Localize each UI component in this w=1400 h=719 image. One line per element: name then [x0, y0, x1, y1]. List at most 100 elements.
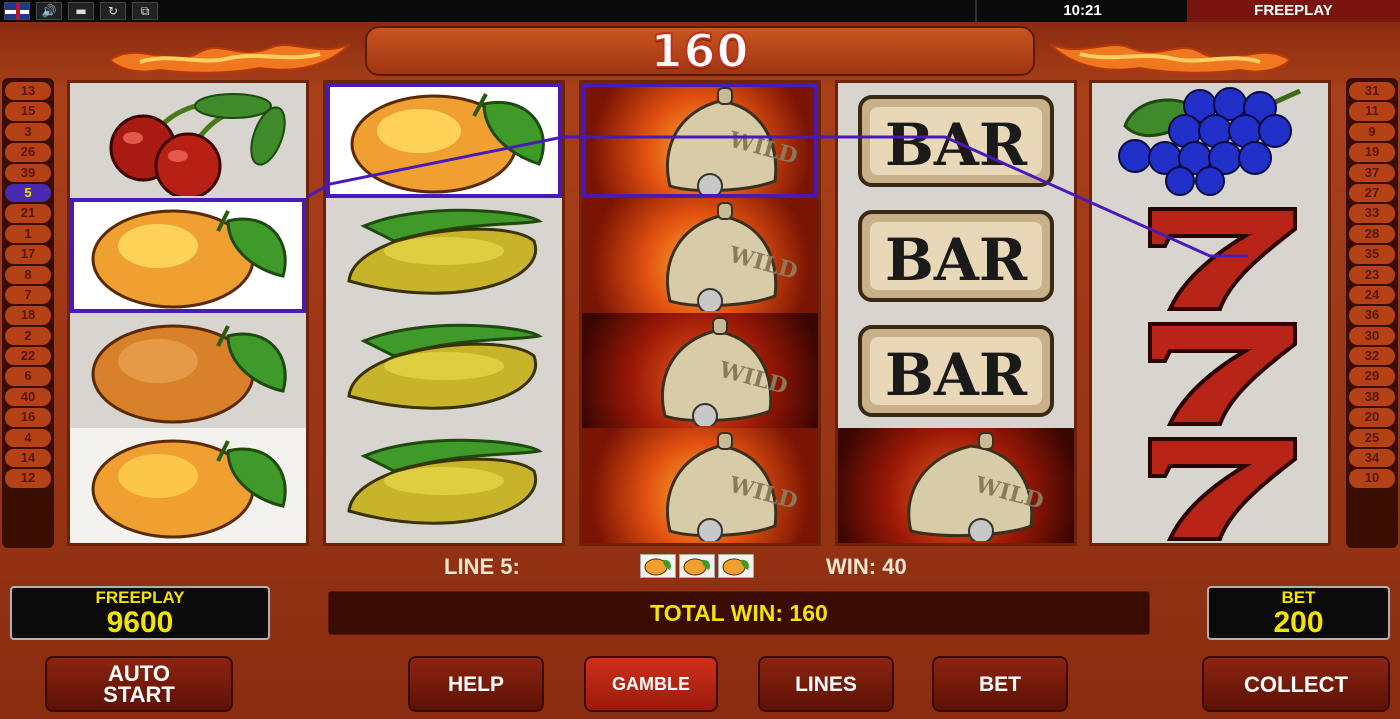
line-number-2[interactable]: 2 [5, 326, 51, 346]
auto-start-label-1: AUTO [108, 661, 170, 686]
refresh-icon[interactable]: ↻ [100, 2, 126, 20]
line-number-34[interactable]: 34 [1349, 449, 1395, 468]
line-number-33[interactable]: 33 [1349, 204, 1395, 223]
line-number-19[interactable]: 19 [1349, 143, 1395, 162]
lemon-icon [347, 323, 543, 410]
orange-icon [91, 324, 287, 423]
symbol-wild-bell: WILD [582, 198, 818, 313]
line-number-36[interactable]: 36 [1349, 306, 1395, 325]
lemon-icon [347, 208, 543, 295]
symbol-bar: BAR [838, 198, 1074, 313]
lemon-icon [347, 438, 543, 525]
symbol-seven [1092, 428, 1328, 543]
bar-text: BAR [885, 226, 1028, 294]
line-number-16[interactable]: 16 [5, 408, 51, 427]
line-number-1[interactable]: 1 [5, 224, 51, 244]
line-number-37[interactable]: 37 [1349, 163, 1395, 182]
line-number-39[interactable]: 39 [5, 163, 51, 182]
symbol-grapes [1092, 83, 1328, 198]
line-numbers-left: 13 15 3 26 39 5 21 1 17 8 7 18 2 22 6 40 16 4 14 12 [2, 78, 54, 548]
line-number-31[interactable]: 31 [1349, 82, 1395, 101]
symbol-cherry [70, 83, 306, 198]
status-bar: 🔊 ▬ ↻ ⧉ 10:21 FREEPLAY [0, 0, 1400, 22]
line-number-10[interactable]: 10 [1349, 469, 1395, 488]
orange-icon [91, 209, 287, 308]
line-number-13[interactable]: 13 [5, 82, 51, 101]
collect-button[interactable]: COLLECT [1202, 656, 1390, 712]
wild-bell-icon: WILD [665, 201, 800, 311]
line-number-14[interactable]: 14 [5, 449, 51, 468]
help-button[interactable]: HELP [408, 656, 544, 712]
line-number-35[interactable]: 35 [1349, 245, 1395, 264]
bet-panel: BET 200 [1207, 586, 1390, 640]
mini-orange-icon [640, 554, 676, 578]
symbol-seven [1092, 198, 1328, 313]
slot-machine: 160 13 15 3 26 39 5 21 1 17 8 7 18 2 22 6 40 16 4 14 12 31 1… [0, 22, 1400, 719]
window-icon[interactable]: ⧉ [132, 2, 158, 20]
line-number-8[interactable]: 8 [5, 265, 51, 284]
line-number-25[interactable]: 25 [1349, 428, 1395, 448]
line-number-40[interactable]: 40 [5, 387, 51, 407]
line-number-12[interactable]: 12 [5, 469, 51, 488]
line-number-24[interactable]: 24 [1349, 285, 1395, 305]
line-number-29[interactable]: 29 [1349, 367, 1395, 386]
line-number-7[interactable]: 7 [5, 285, 51, 305]
symbol-orange [70, 428, 306, 543]
bar-text: BAR [885, 341, 1028, 409]
bar-icon: BAR [858, 324, 1054, 417]
line-number-26[interactable]: 26 [5, 143, 51, 162]
auto-start-label-2: START [103, 682, 175, 707]
gamble-button[interactable]: GAMBLE [584, 656, 718, 712]
symbol-orange [70, 313, 306, 428]
bar-text: BAR [885, 111, 1028, 179]
wild-bell-icon: WILD [660, 316, 790, 426]
lines-button[interactable]: LINES [758, 656, 894, 712]
fullscreen-icon[interactable]: ▬ [68, 2, 94, 20]
symbol-bar: BAR [838, 313, 1074, 428]
line-number-15[interactable]: 15 [5, 102, 51, 121]
line-number-17[interactable]: 17 [5, 245, 51, 264]
credit-panel: FREEPLAY 9600 [10, 586, 270, 640]
line-number-5[interactable]: 5 [5, 183, 51, 203]
auto-start-button[interactable]: AUTO START [45, 656, 233, 712]
reel-1 [67, 80, 309, 546]
reel-3: WILD WILD WILD WILD [579, 80, 821, 546]
seven-icon [1148, 436, 1297, 541]
wild-bell-icon: WILD [665, 431, 800, 541]
wild-bell-icon: WILD [907, 431, 1046, 541]
status-icons: 🔊 ▬ ↻ ⧉ [0, 0, 158, 22]
line-numbers-right: 31 11 9 19 37 27 33 28 35 23 24 36 30 32 29 38 20 25 34 10 [1346, 78, 1398, 548]
line-number-3[interactable]: 3 [5, 122, 51, 142]
symbol-lemon [326, 428, 562, 543]
symbol-seven [1092, 313, 1328, 428]
bet-button[interactable]: BET [932, 656, 1068, 712]
line-number-4[interactable]: 4 [5, 428, 51, 448]
line-number-30[interactable]: 30 [1349, 326, 1395, 346]
reel-5 [1089, 80, 1331, 546]
mode-label: FREEPLAY [1187, 0, 1400, 22]
line-number-9[interactable]: 9 [1349, 122, 1395, 142]
line-number-6[interactable]: 6 [5, 367, 51, 386]
line-number-22[interactable]: 22 [5, 347, 51, 366]
credit-label: FREEPLAY [95, 588, 185, 607]
symbol-wild-bell-highlighted: WILD [582, 83, 818, 198]
bar-icon: BAR [858, 209, 1054, 302]
line-number-38[interactable]: 38 [1349, 387, 1395, 407]
flag-uk-icon[interactable] [4, 2, 30, 20]
line-number-27[interactable]: 27 [1349, 183, 1395, 203]
win-banner: 160 [365, 23, 1035, 79]
line-number-32[interactable]: 32 [1349, 347, 1395, 366]
line-number-28[interactable]: 28 [1349, 224, 1395, 244]
symbol-lemon [326, 313, 562, 428]
line-number-20[interactable]: 20 [1349, 408, 1395, 427]
line-number-21[interactable]: 21 [5, 204, 51, 223]
line-number-11[interactable]: 11 [1349, 102, 1395, 121]
speaker-icon[interactable]: 🔊 [36, 2, 62, 20]
mini-orange-icon [718, 554, 754, 578]
line-label: LINE 5: [444, 554, 520, 579]
win-amount: 160 [649, 23, 750, 79]
symbol-lemon [326, 198, 562, 313]
line-number-23[interactable]: 23 [1349, 265, 1395, 284]
symbol-wild-bell: WILD [582, 313, 818, 428]
line-number-18[interactable]: 18 [5, 306, 51, 325]
